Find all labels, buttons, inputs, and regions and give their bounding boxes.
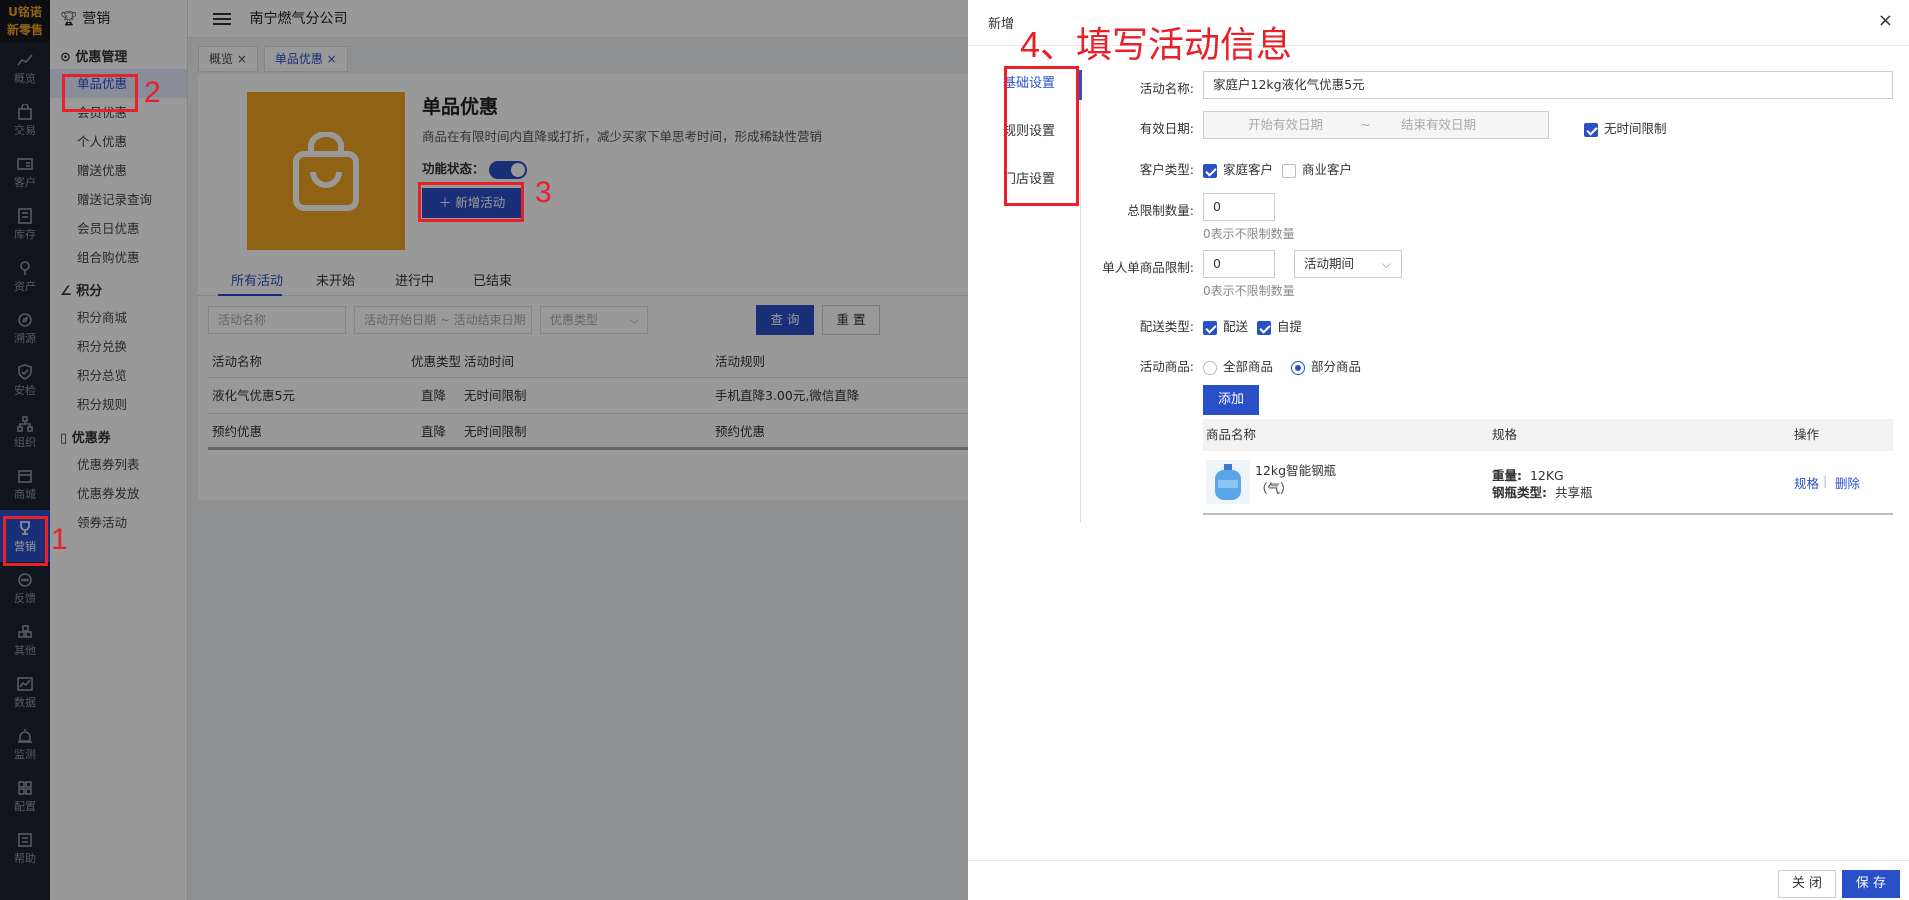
drawer-title: 新增 [988,17,1015,32]
annotation-number-2: 2 [144,76,161,109]
activity-name-label: 活动名称: [1139,81,1194,96]
customer-home-checkbox[interactable]: 家庭客户 [1203,159,1273,178]
spec-link[interactable]: 规格 [1794,473,1819,492]
pickup-checkbox[interactable]: 自提 [1257,316,1302,335]
annotation-number-1: 1 [51,523,68,556]
checkbox-checked-icon [1203,320,1217,335]
limit-period-select[interactable]: 活动期间 ⌵ [1294,250,1402,278]
total-limit-input[interactable]: 0 [1203,193,1275,221]
total-limit-hint: 0表示不限制数量 [1203,227,1295,241]
goods-table-header: 商品名称 规格 操作 [1203,419,1893,451]
nav-divider [1080,70,1081,522]
customer-business-checkbox[interactable]: 商业客户 [1282,159,1352,178]
partial-goods-radio[interactable]: 部分商品 [1291,356,1361,375]
delete-link[interactable]: 删除 [1835,473,1860,492]
close-button[interactable]: 关 闭 [1778,870,1836,898]
goods-table: 商品名称 规格 操作 12kg智能钢瓶 （气） 重量: 12KG 钢瓶类型: 共… [1203,419,1893,515]
save-button[interactable]: 保 存 [1842,870,1900,898]
valid-date-label: 有效日期: [1139,121,1194,136]
annotation-box-nav [1004,66,1079,206]
annotation-box-single-discount [62,74,138,112]
no-time-limit-checkbox[interactable]: 无时间限制 [1584,118,1667,137]
new-activity-drawer: 新增 × 4、填写活动信息 基础设置 规则设置 门店设置 活动名称: 家庭户12… [968,0,1909,900]
total-limit-label: 总限制数量: [1127,203,1194,218]
all-goods-radio[interactable]: 全部商品 [1203,356,1273,375]
single-limit-label: 单人单商品限制: [1102,260,1194,275]
checkbox-checked-icon [1257,320,1271,335]
checkbox-checked-icon [1584,122,1598,137]
radio-selected-icon [1291,360,1305,375]
delivery-type-label: 配送类型: [1139,319,1194,334]
gas-cylinder-icon [1215,464,1241,500]
single-limit-input[interactable]: 0 [1203,250,1275,278]
single-limit-hint: 0表示不限制数量 [1203,284,1295,298]
annotation-step-4: 4、填写活动信息 [1020,24,1293,65]
chevron-down-icon: ⌵ [1381,256,1391,271]
modal-overlay[interactable] [0,0,968,900]
add-goods-button[interactable]: 添加 [1203,385,1259,415]
table-row: 12kg智能钢瓶 （气） 重量: 12KG 钢瓶类型: 共享瓶 规格 | 删除 [1203,451,1893,513]
activity-goods-label: 活动商品: [1139,359,1194,374]
annotation-number-3: 3 [535,176,552,209]
gas-cylinder-thumbnail [1206,460,1250,504]
checkbox-unchecked-icon [1282,163,1296,178]
radio-unselected-icon [1203,360,1217,375]
activity-name-field[interactable]: 家庭户12kg液化气优惠5元 [1203,71,1893,99]
valid-date-range[interactable]: 开始有效日期 ~ 结束有效日期 [1203,111,1549,139]
annotation-box-marketing [3,516,48,566]
checkbox-checked-icon [1203,163,1217,178]
customer-type-label: 客户类型: [1139,162,1194,177]
footer-divider [968,860,1909,861]
delivery-checkbox[interactable]: 配送 [1203,316,1248,335]
annotation-box-add-activity [418,182,524,222]
close-icon[interactable]: × [1878,10,1893,31]
